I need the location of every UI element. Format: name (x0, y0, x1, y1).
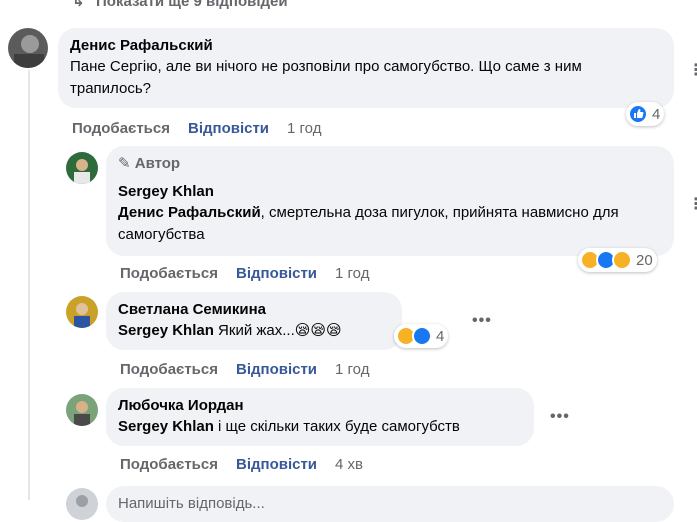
show-more-replies-link[interactable]: ↳ Показати ще 9 відповідей (72, 0, 288, 10)
like-button[interactable]: Подобається (120, 361, 218, 378)
mention-link[interactable]: Sergey Khlan (118, 418, 214, 435)
like-icon (412, 326, 432, 346)
timestamp[interactable]: 1 год (335, 265, 369, 282)
reply-button[interactable]: Відповісти (236, 265, 317, 282)
comment-actions: Подобається Відповісти 1 год (72, 120, 339, 137)
mention-link[interactable]: Sergey Khlan (118, 322, 214, 339)
wow-icon (612, 250, 632, 270)
comment-text: і ще скільки таких буде самогубств (213, 418, 460, 435)
timestamp[interactable]: 4 хв (335, 456, 363, 473)
reply-input[interactable]: Напишіть відповідь... (106, 486, 674, 522)
like-button[interactable]: Подобається (120, 265, 218, 282)
comment-bubble: Любочка Иордан Sergey Khlan і ще скільки… (106, 388, 534, 446)
timestamp[interactable]: 1 год (287, 120, 321, 137)
comment-text: Який жах...😪😪😪 (213, 322, 342, 339)
more-options-icon[interactable]: ••• (472, 312, 492, 330)
avatar[interactable] (66, 296, 98, 328)
comment-bubble: Светлана Семикина Sergey Khlan Який жах.… (106, 292, 402, 350)
comment-author[interactable]: Светлана Семикина (118, 300, 390, 320)
reaction-count: 20 (636, 251, 653, 269)
reply-button[interactable]: Відповісти (236, 361, 317, 378)
comment-actions: Подобається Відповісти 4 хв (120, 456, 381, 473)
thread-line (28, 70, 30, 500)
like-icon (628, 104, 648, 124)
comment-text: Пане Сергію, але ви нічого не розповіли … (70, 58, 582, 97)
timestamp[interactable]: 1 год (335, 361, 369, 378)
reply-placeholder: Напишіть відповідь... (118, 495, 265, 512)
author-badge: ✎ Автор (118, 154, 662, 174)
avatar[interactable] (66, 394, 98, 426)
more-options-icon[interactable]: ⋮ (688, 194, 697, 214)
reply-button[interactable]: Відповісти (188, 120, 269, 137)
show-more-replies-label: Показати ще 9 відповідей (96, 0, 288, 10)
comment-author[interactable]: Sergey Khlan (118, 182, 662, 202)
comment-bubble: Денис Рафальский Пане Сергію, але ви ніч… (58, 28, 674, 108)
reaction-count: 4 (436, 327, 445, 345)
avatar[interactable] (8, 28, 48, 68)
more-options-icon[interactable]: ⋮ (688, 60, 697, 80)
comment-actions: Подобається Відповісти 1 год (120, 361, 387, 378)
comment-author[interactable]: Денис Рафальский (70, 36, 662, 56)
mention-link[interactable]: Денис Рафальский (118, 204, 261, 221)
reaction-count: 4 (652, 105, 661, 123)
comment-actions: Подобається Відповісти 1 год (120, 265, 387, 282)
comment-author[interactable]: Любочка Иордан (118, 396, 522, 416)
pencil-icon: ✎ (118, 155, 131, 172)
reply-button[interactable]: Відповісти (236, 456, 317, 473)
current-user-avatar (66, 488, 98, 520)
reactions-summary[interactable]: 20 (578, 248, 657, 272)
reactions-summary[interactable]: 4 (394, 324, 449, 348)
more-options-icon[interactable]: ••• (550, 408, 570, 426)
like-button[interactable]: Подобається (120, 456, 218, 473)
avatar[interactable] (66, 152, 98, 184)
like-button[interactable]: Подобається (72, 120, 170, 137)
reply-arrow-icon: ↳ (72, 0, 85, 10)
reactions-summary[interactable]: 4 (626, 102, 665, 126)
comment-bubble: ✎ Автор Sergey Khlan Денис Рафальский, с… (106, 146, 674, 256)
author-badge-label: Автор (134, 155, 181, 172)
